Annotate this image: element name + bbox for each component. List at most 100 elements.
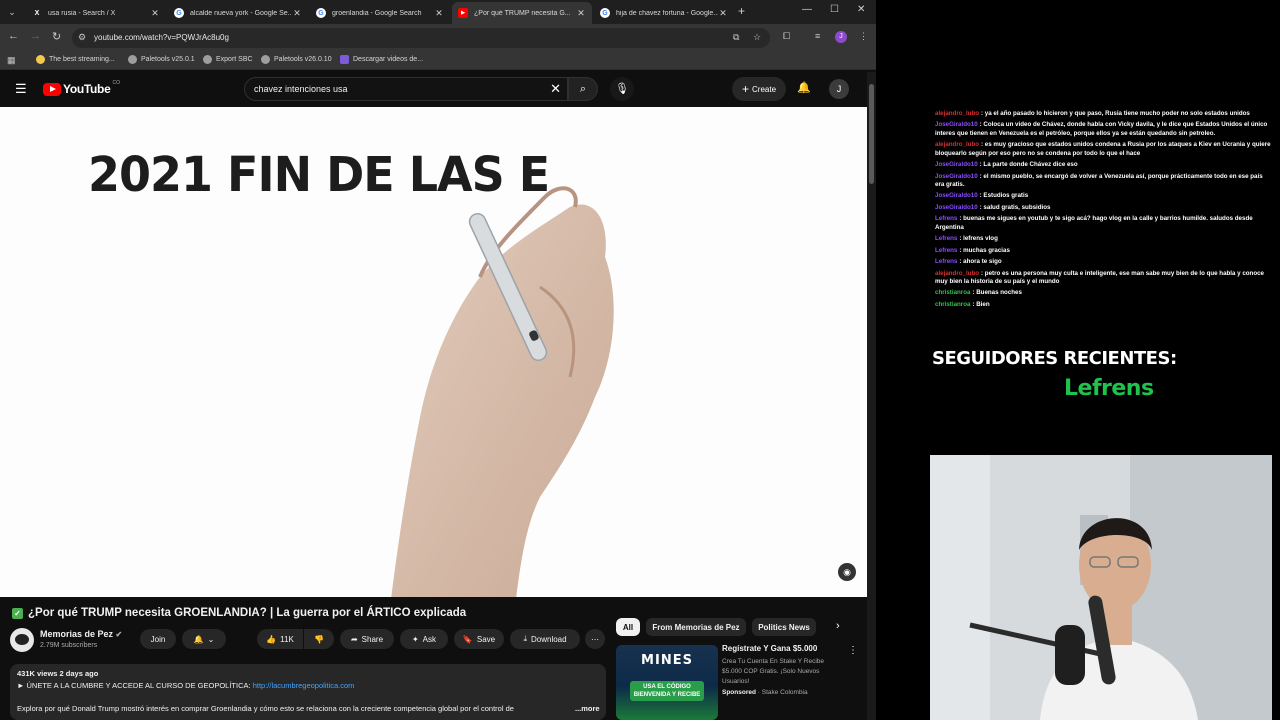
tab-google-hija[interactable]: G hija de chavez fortuna - Google... ✕	[594, 2, 734, 24]
browser-window: ⌄ X usa rusia - Search / X ✕ G alcalde n…	[0, 0, 876, 720]
address-bar[interactable]: ⚙ youtube.com/watch?v=PQWJrAc8u0g ⧉ ☆	[72, 28, 770, 48]
chat-message: christianroa: Buenas noches	[935, 289, 1273, 297]
scrollbar-thumb[interactable]	[869, 84, 874, 184]
bookmark-item[interactable]: Paletools v25.0.1	[128, 55, 195, 64]
ad-title[interactable]: Regístrate Y Gana $5.000	[722, 644, 817, 653]
verified-icon: ✔	[115, 630, 123, 639]
channel-avatar[interactable]	[10, 628, 34, 652]
like-button[interactable]: 👍 11K	[257, 629, 303, 649]
tab-google-groenlandia[interactable]: G groenlandia - Google Search ✕	[310, 2, 450, 24]
account-avatar[interactable]: J	[829, 79, 849, 99]
download-label: Download	[530, 634, 567, 644]
site-info-icon[interactable]: ⚙	[78, 32, 86, 43]
bookmark-label: Descargar videos de...	[353, 56, 424, 63]
tab-youtube-active[interactable]: ▶ ¿Por qué TRUMP necesita G... ✕	[452, 2, 592, 24]
ad-more-options-icon[interactable]: ⋮	[848, 645, 858, 656]
voice-search-button[interactable]: 🎙	[610, 77, 634, 101]
search-query: chavez intenciones usa	[254, 84, 348, 94]
page-scrollbar[interactable]	[867, 72, 876, 720]
share-button[interactable]: ➦ Share	[340, 629, 394, 649]
forward-arrow-icon[interactable]: →	[30, 30, 41, 42]
channel-name[interactable]: Memorias de Pez ✔	[40, 629, 122, 639]
maximize-icon[interactable]: ☐	[830, 4, 839, 15]
description-summary: Explora por qué Donald Trump mostró inte…	[17, 704, 514, 713]
chat-user: JoseGiraldo10	[935, 203, 978, 211]
chevron-right-icon[interactable]: ›	[836, 620, 840, 632]
search-input[interactable]: chavez intenciones usa ✕	[244, 77, 568, 101]
extensions-icon[interactable]: ⧠	[783, 31, 790, 42]
google-icon: G	[174, 8, 184, 18]
google-icon: G	[316, 8, 326, 18]
chat-text: : Coloca un video de Chávez, donde habla…	[935, 121, 1268, 137]
save-button[interactable]: 🔖 Save	[454, 629, 504, 649]
browser-menu-icon[interactable]: ⋮	[859, 31, 868, 42]
video-player[interactable]: 2021 FIN DE LAS E ◉	[0, 107, 867, 597]
install-app-icon[interactable]: ⧉	[733, 32, 739, 43]
tab-x[interactable]: X usa rusia - Search / X ✕	[26, 2, 166, 24]
ask-button[interactable]: ✦ Ask	[400, 629, 448, 649]
search-button[interactable]: ⌕	[568, 77, 598, 101]
description-box[interactable]: 431K views 2 days ago ► ÚNETE A LA CUMBR…	[10, 664, 606, 720]
channel-watermark-icon[interactable]: ◉	[838, 563, 856, 581]
chip-all[interactable]: All	[616, 618, 640, 636]
reload-icon[interactable]: ↻	[52, 30, 61, 43]
download-button[interactable]: ⤓ Download	[510, 629, 580, 649]
chat-message: Lefrens: buenas me sigues en youtub y te…	[935, 215, 1273, 232]
bookmark-favicon-icon	[128, 55, 137, 64]
back-arrow-icon[interactable]: ←	[8, 30, 19, 42]
window-close-icon[interactable]: ✕	[857, 4, 865, 15]
close-icon[interactable]: ✕	[718, 8, 728, 19]
ad-promo-text: USA EL CÓDIGO BIENVENIDA Y RECIBE	[630, 681, 704, 701]
show-more-link[interactable]: ...more	[573, 704, 600, 713]
dislike-button[interactable]: 👎	[304, 629, 334, 649]
chat-user: JoseGiraldo10	[935, 161, 978, 169]
ad-sponsor-line: Sponsored · Stake Colombia	[722, 689, 808, 696]
more-actions-button[interactable]: ⋯	[585, 629, 605, 649]
minimize-icon[interactable]: —	[802, 4, 812, 15]
subscribe-notification-button[interactable]: 🔔 ⌄	[182, 629, 226, 649]
tab-title: groenlandia - Google Search	[332, 9, 422, 17]
hamburger-menu-icon[interactable]: ☰	[15, 81, 27, 97]
create-button[interactable]: + Create	[732, 77, 786, 101]
chip-from-channel[interactable]: From Memorias de Pez	[646, 618, 746, 636]
bookmark-item[interactable]: Export SBC	[203, 55, 253, 64]
join-button[interactable]: Join	[140, 629, 176, 649]
bookmark-item[interactable]: Paletools v26.0.10	[261, 55, 332, 64]
chat-user: JoseGiraldo10	[935, 192, 978, 200]
webcam-feed	[930, 455, 1272, 720]
clear-search-icon[interactable]: ✕	[550, 81, 561, 97]
chat-user: JoseGiraldo10	[935, 121, 978, 129]
ad-thumbnail[interactable]: MINES USA EL CÓDIGO BIENVENIDA Y RECIBE	[616, 645, 718, 720]
tab-title: usa rusia - Search / X	[48, 9, 116, 17]
bookmark-favicon-icon	[340, 55, 349, 64]
chat-user: alejandro_lubo	[935, 269, 980, 277]
youtube-logo[interactable]: YouTube CO	[43, 80, 120, 96]
bookmark-label: Paletools v26.0.10	[274, 56, 332, 63]
close-icon[interactable]: ✕	[576, 8, 586, 19]
chat-text: : salud gratis, subsidios	[979, 203, 1051, 211]
notifications-bell-icon[interactable]: 🔔	[797, 81, 811, 94]
chat-text: : Bien	[972, 300, 990, 308]
sponsored-label: Sponsored	[722, 689, 756, 696]
media-control-icon[interactable]: ≡	[815, 31, 820, 41]
bookmark-item[interactable]: Descargar videos de...	[340, 55, 423, 64]
bookmark-star-icon[interactable]: ☆	[753, 32, 761, 43]
tab-search-icon[interactable]: ⌄	[4, 4, 20, 20]
like-count: 11K	[280, 634, 294, 644]
close-icon[interactable]: ✕	[434, 8, 444, 19]
apps-grid-icon[interactable]: ▦	[7, 55, 16, 66]
close-icon[interactable]: ✕	[150, 8, 160, 19]
description-link[interactable]: http://lacumbregeopolitica.com	[253, 681, 355, 690]
bookmark-item[interactable]: The best streaming...	[36, 55, 115, 64]
new-tab-icon[interactable]: +	[738, 4, 745, 18]
chat-message: JoseGiraldo10: Estudios gratis	[935, 192, 1273, 200]
chip-politics-news[interactable]: Politics News	[752, 618, 816, 636]
close-icon[interactable]: ✕	[292, 8, 302, 19]
tab-google-alcalde[interactable]: G alcalde nueva york - Google Se... ✕	[168, 2, 308, 24]
bookmark-icon: 🔖	[462, 634, 473, 644]
streamer-webcam-image	[930, 455, 1272, 720]
description-text: ► ÚNETE A LA CUMBRE Y ACCEDE AL CURSO DE…	[17, 681, 253, 690]
chat-message: JoseGiraldo10: Coloca un video de Chávez…	[935, 121, 1273, 138]
profile-avatar[interactable]: J	[835, 31, 847, 43]
bookmarks-bar: ▦ The best streaming... Paletools v25.0.…	[0, 52, 876, 70]
